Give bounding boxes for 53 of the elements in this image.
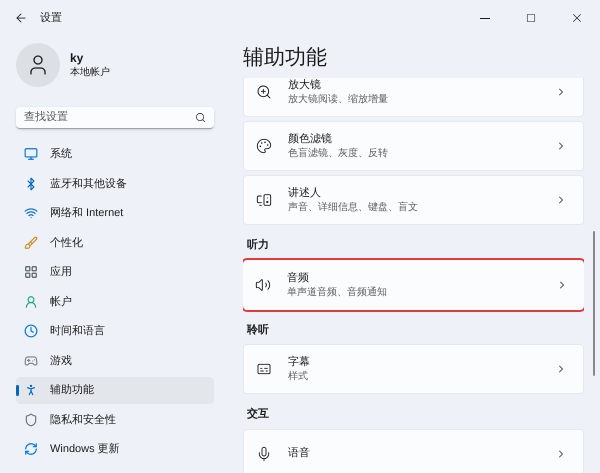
avatar	[16, 43, 60, 87]
settings-card[interactable]: 音频 单声道音频、音频通知	[243, 260, 584, 310]
nav-item[interactable]: 时间和语言	[16, 318, 214, 344]
nav-item[interactable]: 网络和 Internet	[16, 200, 214, 226]
brush-icon	[24, 236, 38, 250]
card-subtitle: 色盲滤镜、灰度、反转	[288, 147, 389, 160]
settings-card[interactable]: 放大镜 放大镜阅读、缩放增量	[243, 78, 584, 117]
nav-item[interactable]: 系统	[16, 141, 214, 168]
settings-card[interactable]: 颜色滤镜 色盲滤镜、灰度、反转	[243, 121, 584, 171]
section-heading: 听力	[247, 238, 270, 253]
person-icon	[24, 294, 38, 309]
accessibility-icon	[24, 383, 38, 398]
captions-icon	[256, 361, 272, 377]
card-subtitle: 单声道音频、音频通知	[287, 286, 388, 298]
update-icon	[24, 442, 38, 456]
page-title: 辅助功能	[243, 45, 328, 71]
gamepad-icon	[24, 354, 38, 368]
nav-item[interactable]: Windows 更新	[16, 436, 214, 462]
section-heading: 聆听	[247, 322, 270, 338]
scrollbar[interactable]	[593, 231, 595, 376]
nav-item[interactable]: 蓝牙和其他设备	[16, 170, 214, 197]
settings-card[interactable]: 讲述人 声音、详细信息、键盘、盲文	[243, 175, 584, 225]
shield-icon	[24, 412, 38, 427]
window-title: 设置	[40, 10, 62, 26]
palette-icon	[256, 138, 272, 154]
card-subtitle: 样式	[288, 370, 309, 383]
clock-icon	[24, 324, 38, 338]
settings-card[interactable]: 语音	[243, 428, 584, 473]
speaker-icon	[255, 276, 271, 292]
nav-item[interactable]: 个性化	[16, 230, 214, 256]
nav-item[interactable]: 应用	[16, 259, 214, 286]
maximize-icon	[526, 13, 536, 23]
nav-item[interactable]: 辅助功能	[16, 377, 214, 404]
selection-indicator	[16, 385, 19, 396]
back-icon[interactable]	[14, 11, 28, 25]
nav-item[interactable]: 游戏	[16, 348, 214, 374]
settings-card[interactable]: 字幕 样式	[243, 344, 584, 394]
card-subtitle: 放大镜阅读、缩放增量	[288, 93, 389, 106]
search-icon[interactable]	[195, 112, 206, 123]
card-subtitle: 声音、详细信息、键盘、盲文	[288, 201, 419, 214]
account-type: 本地帐户	[70, 66, 110, 79]
microphone-icon	[256, 446, 272, 462]
magnifier-icon	[256, 84, 272, 100]
nav-item[interactable]: 帐户	[16, 288, 214, 315]
account-name: ky	[70, 51, 84, 66]
search-input[interactable]: 查找设置	[24, 109, 195, 126]
apps-icon	[24, 265, 38, 280]
wifi-icon	[24, 206, 38, 220]
section-heading: 交互	[247, 406, 270, 422]
nav-item[interactable]: 隐私和安全性	[16, 406, 214, 433]
narrator-icon	[256, 192, 272, 208]
monitor-icon	[24, 147, 38, 162]
search-field[interactable]: 查找设置	[16, 107, 214, 129]
